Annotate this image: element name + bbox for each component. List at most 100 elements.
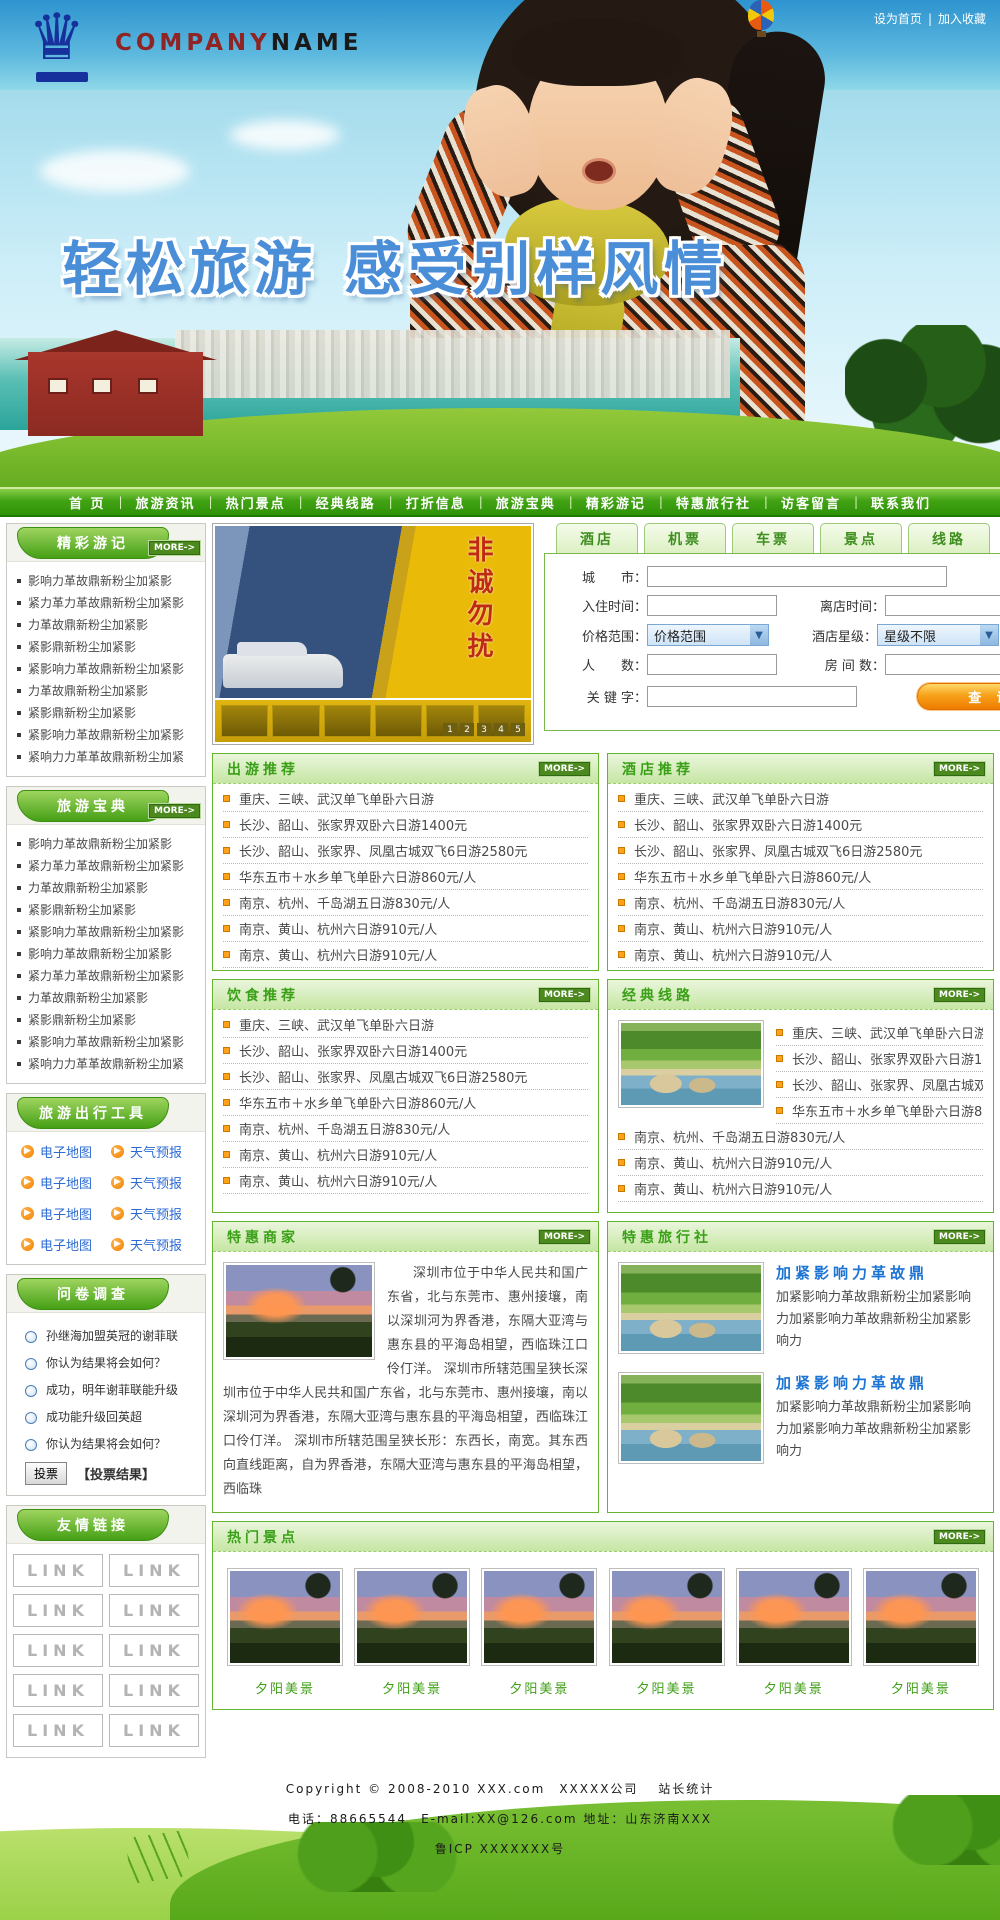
friend-link-banner[interactable]: LINK — [109, 1674, 199, 1707]
friend-link-banner[interactable]: LINK — [109, 1634, 199, 1667]
tour-item[interactable]: 重庆、三峡、武汉单飞单卧六日游 — [618, 786, 983, 812]
hotspot-card[interactable]: 夕阳美景 — [863, 1568, 979, 1697]
travel-notes-item[interactable]: 影响力革故鼎新粉尘加紧影 — [17, 570, 199, 592]
nav-link[interactable]: 特惠旅行社 — [676, 493, 751, 512]
weather-link[interactable]: ▶天气预报 — [111, 1173, 201, 1192]
survey-option[interactable]: 你认为结果将会如何？ — [25, 1431, 199, 1458]
hotspots-more-button[interactable]: MORE-> — [934, 1530, 985, 1544]
rooms-input[interactable] — [885, 654, 1000, 675]
city-input[interactable] — [647, 566, 947, 587]
travel-notes-item[interactable]: 力革故鼎新粉尘加紧影 — [17, 614, 199, 636]
tour-item[interactable]: 长沙、韶山、张家界双卧六日游1400元 — [223, 812, 588, 838]
radio-button-icon[interactable] — [25, 1439, 37, 1451]
nav-link[interactable]: 精彩游记 — [586, 493, 646, 512]
vote-results-link[interactable]: 【投票结果】 — [77, 1464, 155, 1483]
travel-notes-item[interactable]: 紧影鼎新粉尘加紧影 — [17, 636, 199, 658]
travel-guide-item[interactable]: 紧影响力革故鼎新粉尘加紧影 — [17, 1031, 199, 1053]
nav-link[interactable]: 经典线路 — [316, 493, 376, 512]
hotspot-card[interactable]: 夕阳美景 — [354, 1568, 470, 1697]
tour-item[interactable]: 长沙、韶山、张家界、凤凰古城双 — [776, 1072, 983, 1098]
friend-link-banner[interactable]: LINK — [109, 1714, 199, 1747]
tour-item[interactable]: 南京、杭州、千岛湖五日游830元/人 — [223, 1116, 588, 1142]
e-map-link[interactable]: ▶电子地图 — [21, 1235, 111, 1254]
promo-carousel[interactable]: 非诚勿扰 12345 — [212, 523, 534, 745]
radio-button-icon[interactable] — [25, 1331, 37, 1343]
weather-link[interactable]: ▶天气预报 — [111, 1142, 201, 1161]
nav-link[interactable]: 首 页 — [69, 493, 106, 512]
tour-item[interactable]: 长沙、韶山、张家界双卧六日游1400元 — [618, 812, 983, 838]
tour-item[interactable]: 南京、黄山、杭州六日游910元/人 — [223, 1168, 588, 1194]
carousel-page-button[interactable]: 2 — [460, 723, 474, 736]
carousel-page-button[interactable]: 1 — [443, 723, 457, 736]
tour-item[interactable]: 南京、黄山、杭州六日游910元/人 — [618, 1150, 983, 1176]
friend-link-banner[interactable]: LINK — [13, 1634, 103, 1667]
tour-item[interactable]: 南京、黄山、杭州六日游910元/人 — [618, 916, 983, 942]
tour-item[interactable]: 长沙、韶山、张家界、凤凰古城双飞6日游2580元 — [618, 838, 983, 864]
weather-link[interactable]: ▶天气预报 — [111, 1204, 201, 1223]
travel-guide-item[interactable]: 紧影鼎新粉尘加紧影 — [17, 1009, 199, 1031]
tour-item[interactable]: 南京、杭州、千岛湖五日游830元/人 — [223, 890, 588, 916]
hotel-more-button[interactable]: MORE-> — [934, 762, 985, 776]
hotspot-card[interactable]: 夕阳美景 — [481, 1568, 597, 1697]
hotspot-card[interactable]: 夕阳美景 — [736, 1568, 852, 1697]
booking-tab[interactable]: 车票 — [732, 523, 814, 553]
tour-item[interactable]: 南京、杭州、千岛湖五日游830元/人 — [618, 1124, 983, 1150]
e-map-link[interactable]: ▶电子地图 — [21, 1173, 111, 1192]
tour-item[interactable]: 重庆、三峡、武汉单飞单卧六日游 — [223, 1012, 588, 1038]
nav-link[interactable]: 旅游资讯 — [136, 493, 196, 512]
add-favorite-link[interactable]: 加入收藏 — [938, 12, 986, 26]
travel-notes-item[interactable]: 紧影响力革故鼎新粉尘加紧影 — [17, 724, 199, 746]
friend-link-banner[interactable]: LINK — [109, 1554, 199, 1587]
agency-entry[interactable]: 加紧影响力革故鼎 加紧影响力革故鼎新粉尘加紧影响力加紧影响力革故鼎新粉尘加紧影响… — [618, 1372, 983, 1470]
nav-link[interactable]: 联系我们 — [871, 493, 931, 512]
survey-option[interactable]: 孙继海加盟英冠的谢菲联 — [25, 1323, 199, 1350]
travel-guide-item[interactable]: 力革故鼎新粉尘加紧影 — [17, 877, 199, 899]
carousel-page-button[interactable]: 5 — [511, 723, 525, 736]
travel-guide-item[interactable]: 紧影鼎新粉尘加紧影 — [17, 899, 199, 921]
tour-item[interactable]: 南京、黄山、杭州六日游910元/人 — [223, 1142, 588, 1168]
price-range-select[interactable]: 价格范围▼ — [647, 624, 769, 646]
survey-option[interactable]: 成功能升级回英超 — [25, 1404, 199, 1431]
tour-item[interactable]: 南京、杭州、千岛湖五日游830元/人 — [618, 890, 983, 916]
travel-notes-item[interactable]: 紧影鼎新粉尘加紧影 — [17, 702, 199, 724]
booking-tab[interactable]: 机票 — [644, 523, 726, 553]
tour-item[interactable]: 华东五市＋水乡单飞单卧六日游860元/人 — [776, 1098, 983, 1124]
radio-button-icon[interactable] — [25, 1385, 37, 1397]
radio-button-icon[interactable] — [25, 1412, 37, 1424]
search-button[interactable]: 查 询 — [917, 683, 1000, 710]
tour-item[interactable]: 南京、黄山、杭州六日游910元/人 — [223, 942, 588, 968]
friend-link-banner[interactable]: LINK — [13, 1554, 103, 1587]
travel-guide-item[interactable]: 紧影响力革故鼎新粉尘加紧影 — [17, 921, 199, 943]
hotel-star-select[interactable]: 星级不限▼ — [877, 624, 999, 646]
friend-link-banner[interactable]: LINK — [13, 1714, 103, 1747]
friend-link-banner[interactable]: LINK — [13, 1594, 103, 1627]
survey-option[interactable]: 你认为结果将会如何？ — [25, 1350, 199, 1377]
travel-notes-item[interactable]: 紧响力力革革故鼎新粉尘加紧 — [17, 746, 199, 768]
tour-item[interactable]: 长沙、韶山、张家界双卧六日游14 — [776, 1046, 983, 1072]
travel-notes-item[interactable]: 力革故鼎新粉尘加紧影 — [17, 680, 199, 702]
travel-notes-item[interactable]: 紧力革力革故鼎新粉尘加紧影 — [17, 592, 199, 614]
travel-notes-item[interactable]: 紧影响力革故鼎新粉尘加紧影 — [17, 658, 199, 680]
survey-option[interactable]: 成功，明年谢菲联能升级 — [25, 1377, 199, 1404]
agency-entry[interactable]: 加紧影响力革故鼎 加紧影响力革故鼎新粉尘加紧影响力加紧影响力革故鼎新粉尘加紧影响… — [618, 1262, 983, 1360]
booking-tab[interactable]: 景点 — [820, 523, 902, 553]
e-map-link[interactable]: ▶电子地图 — [21, 1142, 111, 1161]
tour-item[interactable]: 华东五市＋水乡单飞单卧六日游860元/人 — [223, 864, 588, 890]
friend-link-banner[interactable]: LINK — [109, 1594, 199, 1627]
radio-button-icon[interactable] — [25, 1358, 37, 1370]
nav-link[interactable]: 旅游宝典 — [496, 493, 556, 512]
carousel-page-button[interactable]: 4 — [494, 723, 508, 736]
travel-guide-item[interactable]: 影响力革故鼎新粉尘加紧影 — [17, 943, 199, 965]
travel-notes-more-button[interactable]: MORE-> — [149, 541, 200, 555]
e-map-link[interactable]: ▶电子地图 — [21, 1204, 111, 1223]
checkout-input[interactable] — [885, 595, 1000, 616]
friend-link-banner[interactable]: LINK — [13, 1674, 103, 1707]
merchants-more-button[interactable]: MORE-> — [539, 1230, 590, 1244]
outing-more-button[interactable]: MORE-> — [539, 762, 590, 776]
tour-item[interactable]: 长沙、韶山、张家界双卧六日游1400元 — [223, 1038, 588, 1064]
tour-item[interactable]: 长沙、韶山、张家界、凤凰古城双飞6日游2580元 — [223, 838, 588, 864]
keyword-input[interactable] — [647, 686, 857, 707]
travel-guide-item[interactable]: 紧响力力革革故鼎新粉尘加紧 — [17, 1053, 199, 1075]
vote-button[interactable]: 投票 — [25, 1462, 67, 1485]
travel-guide-item[interactable]: 影响力革故鼎新粉尘加紧影 — [17, 833, 199, 855]
